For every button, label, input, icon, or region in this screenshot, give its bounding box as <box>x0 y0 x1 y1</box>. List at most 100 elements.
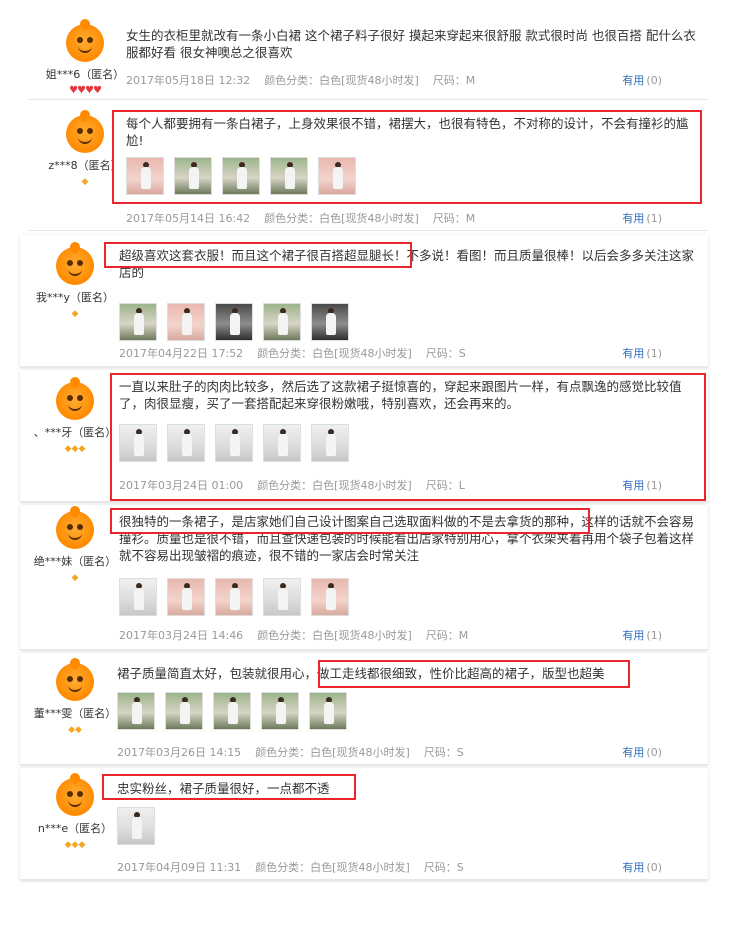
diamond-icon: ◆◆◆ <box>64 840 86 850</box>
review-date: 2017年05月18日 12:32 <box>126 74 251 87</box>
review-photo[interactable] <box>117 692 155 730</box>
review-text: 很独特的一条裙子，是店家她们自己设计图案自己选取面料做的不是去拿货的那种，这样的… <box>119 514 695 563</box>
avatar[interactable] <box>66 16 104 62</box>
review-date: 2017年03月26日 14:15 <box>117 746 242 759</box>
reviewer-name: 、***牙（匿名） <box>33 426 117 439</box>
review-photos <box>119 424 697 462</box>
review-meta: 2017年05月18日 12:32 颜色分类：白色[现货48小时发] 尺码：M <box>126 72 489 88</box>
review-date: 2017年05月14日 16:42 <box>126 212 251 225</box>
review-photos <box>126 157 696 195</box>
review-photo[interactable] <box>213 692 251 730</box>
review-photo[interactable] <box>270 157 308 195</box>
reviewer-name: z***8（匿名） <box>48 159 122 172</box>
avatar[interactable] <box>56 374 94 420</box>
review-size: 尺码：L <box>425 479 465 492</box>
review-color: 颜色分类：白色[现货48小时发] <box>255 746 410 759</box>
useful-count: (1) <box>646 629 662 642</box>
useful-label[interactable]: 有用 <box>622 861 644 874</box>
review-photo[interactable] <box>309 692 347 730</box>
useful-label[interactable]: 有用 <box>622 629 644 642</box>
review-item: 董***雯（匿名） ◆◆ 裙子质量简直太好，包装就很用心，做工走线都很细致，性价… <box>20 653 708 765</box>
review-photo[interactable] <box>311 303 349 341</box>
reviewer-info: 、***牙（匿名） ◆◆◆ <box>30 374 120 454</box>
review-photo[interactable] <box>263 578 301 616</box>
useful-count: (0) <box>646 746 662 759</box>
useful-label[interactable]: 有用 <box>622 479 644 492</box>
review-photo[interactable] <box>263 303 301 341</box>
review-item: 、***牙（匿名） ◆◆◆ 一直以来肚子的肉肉比较多，然后选了这款裙子挺惊喜的，… <box>20 370 708 502</box>
review-photo[interactable] <box>126 157 164 195</box>
review-photo[interactable] <box>165 692 203 730</box>
review-text: 裙子质量简直太好，包装就很用心，做工走线都很细致，性价比超高的裙子，版型也超美 <box>117 666 605 681</box>
review-size: 尺码：S <box>423 861 464 874</box>
review-photo[interactable] <box>215 578 253 616</box>
reviewer-info: n***e（匿名） ◆◆◆ <box>30 770 120 850</box>
diamond-icon: ◆◆◆ <box>64 444 86 454</box>
useful-button[interactable]: 有用 (1) <box>622 210 662 226</box>
review-color: 颜色分类：白色[现货48小时发] <box>264 74 419 87</box>
useful-button[interactable]: 有用 (1) <box>622 477 662 493</box>
useful-button[interactable]: 有用 (1) <box>622 345 662 361</box>
avatar[interactable] <box>56 655 94 701</box>
avatar[interactable] <box>56 770 94 816</box>
review-date: 2017年04月22日 17:52 <box>119 347 244 360</box>
useful-button[interactable]: 有用 (1) <box>622 627 662 643</box>
useful-label[interactable]: 有用 <box>622 212 644 225</box>
review-item: z***8（匿名） ◆ 每个人都要拥有一条白裙子，上身效果很不错，裙摆大，也很有… <box>28 101 708 231</box>
review-date: 2017年04月09日 11:31 <box>117 861 242 874</box>
reputation-badge: ◆ <box>30 308 120 319</box>
review-color: 颜色分类：白色[现货48小时发] <box>257 479 412 492</box>
review-meta: 2017年03月24日 14:46 颜色分类：白色[现货48小时发] 尺码：M <box>119 627 482 643</box>
review-photo[interactable] <box>311 424 349 462</box>
review-meta: 2017年05月14日 16:42 颜色分类：白色[现货48小时发] 尺码：M <box>126 210 489 226</box>
review-size: 尺码：M <box>425 629 469 642</box>
review-photos <box>117 807 695 845</box>
review-photo[interactable] <box>119 578 157 616</box>
reputation-badge: ◆ <box>30 572 120 583</box>
review-photo[interactable] <box>215 303 253 341</box>
review-photo[interactable] <box>117 807 155 845</box>
useful-count: (1) <box>646 212 662 225</box>
review-photos <box>119 578 697 616</box>
review-photos <box>119 303 697 341</box>
review-photo[interactable] <box>167 424 205 462</box>
useful-label[interactable]: 有用 <box>622 746 644 759</box>
review-photo[interactable] <box>174 157 212 195</box>
review-photo[interactable] <box>261 692 299 730</box>
reputation-badge: ◆◆◆ <box>30 839 120 850</box>
review-size: 尺码：M <box>432 212 476 225</box>
review-size: 尺码：S <box>423 746 464 759</box>
useful-label[interactable]: 有用 <box>622 347 644 360</box>
review-photo[interactable] <box>167 303 205 341</box>
reviewer-name: 董***雯（匿名） <box>33 707 117 720</box>
useful-button[interactable]: 有用 (0) <box>622 744 662 760</box>
useful-count: (0) <box>646 74 662 87</box>
reviewer-info: 我***y（匿名） ◆ <box>30 239 120 319</box>
avatar[interactable] <box>56 503 94 549</box>
review-photo[interactable] <box>119 424 157 462</box>
review-item: n***e（匿名） ◆◆◆ 忠实粉丝，裙子质量很好，一点都不透 2017年04月… <box>20 768 708 880</box>
review-color: 颜色分类：白色[现货48小时发] <box>257 347 412 360</box>
useful-button[interactable]: 有用 (0) <box>622 72 662 88</box>
avatar[interactable] <box>66 107 104 153</box>
review-photo[interactable] <box>167 578 205 616</box>
review-meta: 2017年03月26日 14:15 颜色分类：白色[现货48小时发] 尺码：S <box>117 744 478 760</box>
review-photo[interactable] <box>215 424 253 462</box>
review-text: 忠实粉丝，裙子质量很好，一点都不透 <box>117 781 330 796</box>
review-photo[interactable] <box>318 157 356 195</box>
useful-button[interactable]: 有用 (0) <box>622 859 662 875</box>
useful-label[interactable]: 有用 <box>622 74 644 87</box>
diamond-icon: ◆ <box>71 573 79 583</box>
reputation-badge: ◆ <box>40 176 130 187</box>
reputation-badge: ♥♥♥♥ <box>40 85 130 96</box>
review-photo[interactable] <box>263 424 301 462</box>
heart-icon: ♥♥♥♥ <box>69 85 102 96</box>
avatar[interactable] <box>56 239 94 285</box>
review-photo[interactable] <box>311 578 349 616</box>
review-date: 2017年03月24日 01:00 <box>119 479 244 492</box>
review-photo[interactable] <box>222 157 260 195</box>
review-text: 一直以来肚子的肉肉比较多，然后选了这款裙子挺惊喜的，穿起来跟图片一样，有点飘逸的… <box>119 379 682 411</box>
review-photo[interactable] <box>119 303 157 341</box>
reviewer-info: 绝***妹（匿名） ◆ <box>30 503 120 583</box>
diamond-icon: ◆◆ <box>68 725 82 735</box>
